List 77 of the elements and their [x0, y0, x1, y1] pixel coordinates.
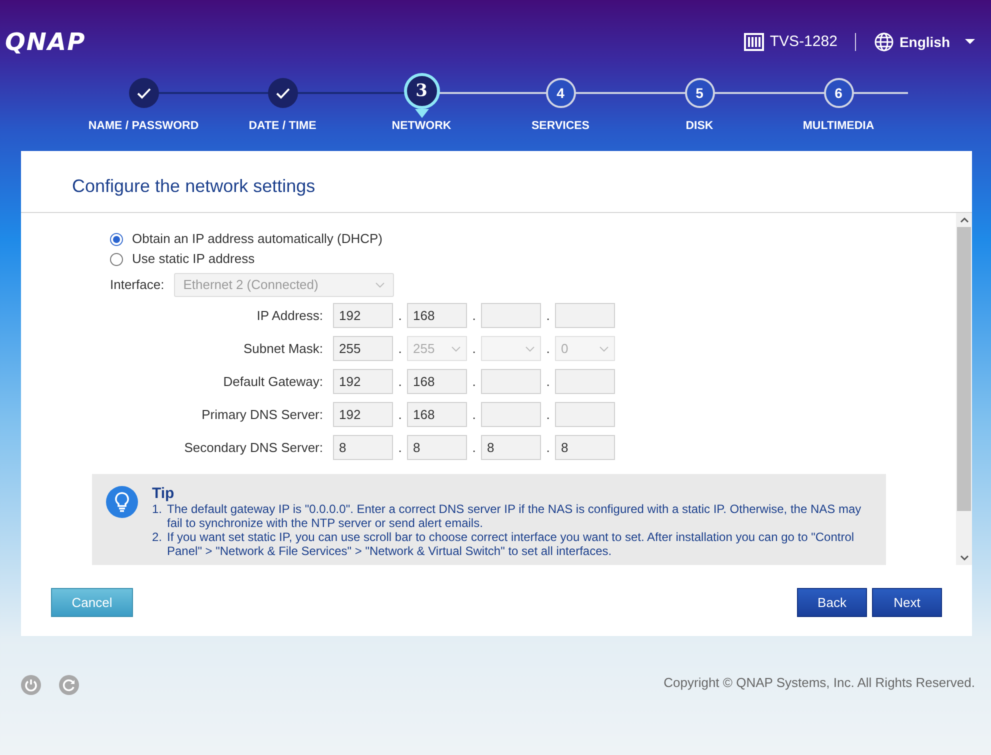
chevron-down-icon [599, 346, 609, 352]
restart-icon[interactable] [59, 675, 79, 695]
panel-title: Configure the network settings [72, 175, 316, 198]
field-label: Default Gateway: [222, 372, 324, 391]
octet-input[interactable]: 8 [333, 435, 393, 460]
dot-separator: . [397, 340, 403, 358]
dot-separator: . [471, 438, 477, 457]
octet-dropdown[interactable] [481, 336, 541, 361]
tip-text: The default gateway IP is "0.0.0.0". Enter a correct DNS server IP if the NAS is configured with a static IP. Otherwise, the NAS may fail to synchronize with the NTP server or send alert emails. [167, 502, 862, 530]
lightbulb-icon [106, 486, 138, 518]
list-number: 2. [152, 530, 164, 546]
octet-input[interactable]: 8 [555, 435, 615, 460]
device-name: TVS-1282 [770, 32, 838, 52]
radio-option[interactable]: Use static IP address [110, 249, 956, 269]
caret-icon [965, 39, 975, 45]
step-number: 5 [684, 78, 714, 108]
dot-separator: . [397, 438, 403, 457]
field-label: Primary DNS Server: [200, 406, 324, 424]
octet-input[interactable]: 168 [407, 369, 467, 394]
server-icon [744, 33, 764, 51]
radio-option[interactable]: Obtain an IP address automatically (DHCP) [110, 229, 956, 249]
chevron-down-icon [451, 346, 461, 352]
step-number: 4 [546, 78, 576, 108]
dot-separator: . [471, 306, 477, 325]
chevron-down-icon [525, 346, 535, 352]
dot-separator: . [545, 406, 551, 424]
step-number: 6 [824, 78, 854, 108]
language-selector[interactable]: English [874, 32, 975, 52]
power-icon[interactable] [21, 675, 41, 695]
octet-input[interactable] [481, 303, 541, 328]
step-label: NETWORK [392, 119, 452, 134]
octet-input[interactable]: 255 [333, 336, 393, 361]
dot-separator: . [545, 340, 551, 358]
step-label: DISK [686, 119, 714, 134]
step-label: MULTIMEDIA [802, 119, 874, 134]
scroll-up-icon[interactable] [960, 217, 968, 223]
tip-text: If you want set static IP, you can use scroll bar to choose correct interface you want to set. After installation you can go to "Control Panel" > "Network & File Services" > "Network & Virtual Switch" to set all interfaces. [167, 530, 856, 558]
chevron-down-icon [375, 282, 386, 288]
check-icon [136, 88, 150, 98]
octet-input[interactable] [555, 303, 615, 328]
octet-input[interactable]: 192 [333, 402, 393, 427]
field-label: Subnet Mask: [242, 340, 324, 358]
field-label: Secondary DNS Server: [183, 438, 324, 457]
list-number: 1. [152, 502, 164, 518]
octet-input[interactable]: 8 [481, 435, 541, 460]
dot-separator: . [545, 438, 551, 457]
next-button[interactable]: Next [872, 588, 942, 617]
dot-separator: . [397, 306, 403, 325]
octet-input[interactable]: 192 [333, 303, 393, 328]
check-icon [276, 88, 290, 98]
step-label: DATE / TIME [248, 119, 316, 134]
dot-separator: . [397, 372, 403, 391]
dot-separator: . [471, 372, 477, 391]
logo: QNAP [5, 27, 86, 58]
dot-separator: . [471, 406, 477, 424]
step-label: SERVICES [532, 119, 590, 134]
dot-separator: . [471, 340, 477, 358]
octet-input[interactable]: 192 [333, 369, 393, 394]
copyright-text: Copyright © QNAP Systems, Inc. All Rights Reserved. [664, 674, 975, 692]
octet-input[interactable] [555, 402, 615, 427]
octet-input[interactable] [481, 402, 541, 427]
tip-title: Tip [152, 486, 176, 502]
dot-separator: . [397, 406, 403, 424]
step-label: NAME / PASSWORD [88, 119, 199, 134]
octet-input[interactable]: 168 [407, 303, 467, 328]
dot-separator: . [545, 306, 551, 325]
scrollbar[interactable] [956, 213, 972, 565]
back-button[interactable]: Back [797, 588, 867, 617]
octet-input[interactable] [555, 369, 615, 394]
scroll-down-icon[interactable] [960, 555, 968, 561]
interface-label: Interface: [110, 276, 164, 294]
field-label: IP Address: [256, 306, 324, 325]
octet-input[interactable]: 8 [407, 435, 467, 460]
globe-icon [874, 32, 894, 52]
octet-input[interactable]: 168 [407, 402, 467, 427]
octet-input[interactable] [481, 369, 541, 394]
dot-separator: . [545, 372, 551, 391]
